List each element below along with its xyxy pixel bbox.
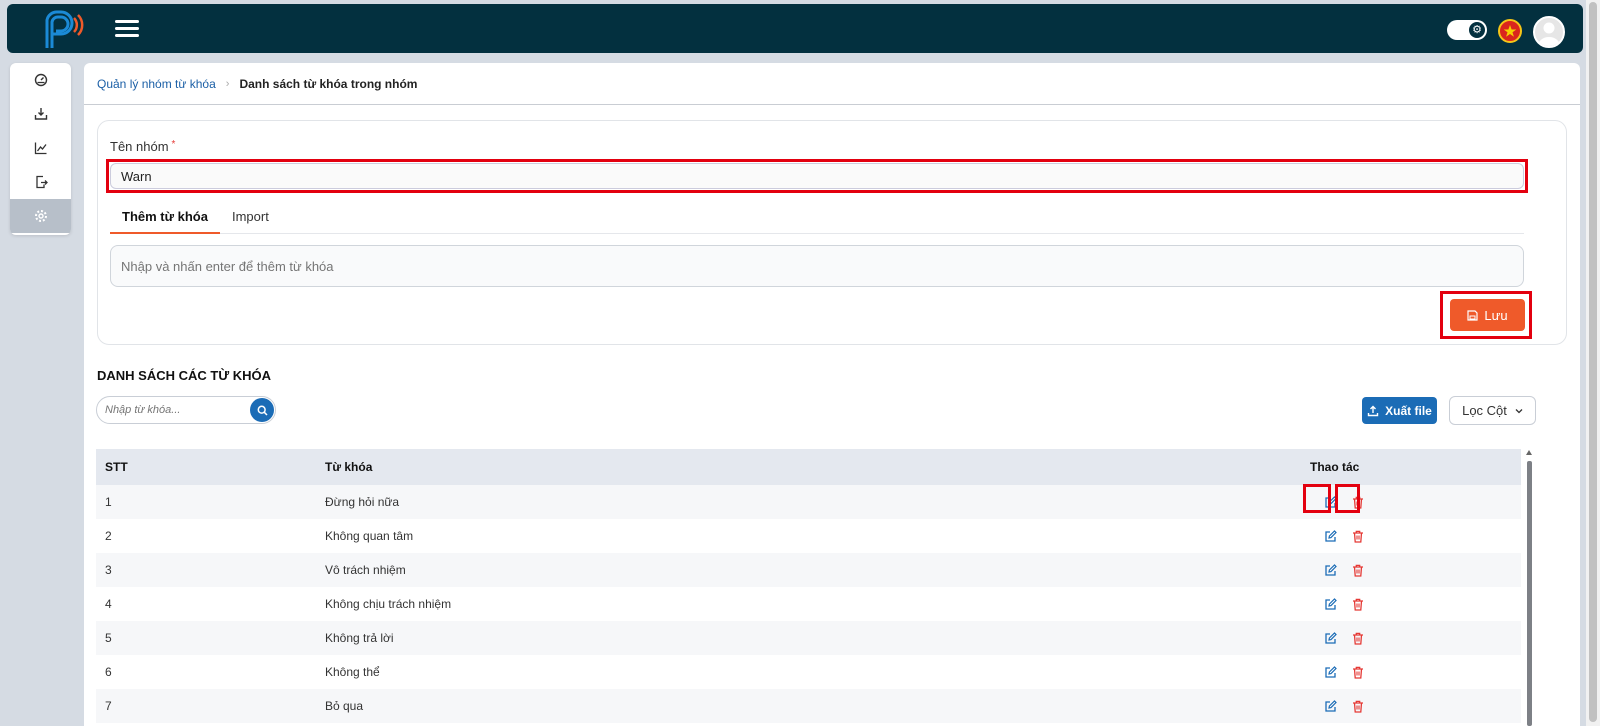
row-keyword: Không quan tâm	[325, 529, 414, 543]
edit-icon[interactable]	[1321, 663, 1339, 681]
breadcrumb: Quản lý nhóm từ khóa › Danh sách từ khóa…	[97, 77, 417, 91]
dashboard-gauge-icon	[34, 73, 47, 87]
table-row: 4 Không chịu trách nhiệm	[96, 587, 1521, 621]
row-actions	[1309, 595, 1521, 613]
save-button-label: Lưu	[1484, 307, 1508, 323]
keyword-search-input[interactable]	[105, 404, 245, 416]
table-scroll-thumb[interactable]	[1527, 461, 1532, 726]
row-actions	[1309, 493, 1521, 511]
keyword-input[interactable]	[110, 245, 1524, 287]
row-keyword: Không chịu trách nhiệm	[325, 597, 452, 611]
column-header-actions: Thao tác	[1310, 460, 1360, 474]
table-scrollbar[interactable]	[1525, 449, 1533, 726]
table-row: 3 Vô trách nhiệm	[96, 553, 1521, 587]
delete-icon[interactable]	[1349, 663, 1367, 681]
chevron-down-icon	[1515, 408, 1523, 413]
group-name-label: Tên nhóm *	[110, 139, 175, 154]
theme-toggle[interactable]: ⚙	[1447, 20, 1487, 40]
header-divider	[84, 104, 1580, 105]
edit-icon[interactable]	[1321, 493, 1339, 511]
upload-icon	[1367, 405, 1379, 416]
row-actions	[1309, 663, 1521, 681]
delete-icon[interactable]	[1349, 595, 1367, 613]
user-avatar-icon[interactable]	[1533, 16, 1565, 48]
save-button[interactable]: Lưu	[1450, 299, 1525, 331]
column-header-keyword: Từ khóa	[325, 460, 373, 474]
group-name-input[interactable]	[110, 163, 1524, 189]
table-row: 7 Bỏ qua	[96, 689, 1521, 723]
download-tray-icon	[34, 108, 47, 120]
row-keyword: Vô trách nhiệm	[325, 563, 406, 577]
brand-logo-icon[interactable]	[41, 10, 87, 50]
delete-icon[interactable]	[1349, 527, 1367, 545]
table-row: 5 Không trả lời	[96, 621, 1521, 655]
page-scroll-thumb[interactable]	[1589, 2, 1597, 722]
edit-icon[interactable]	[1321, 595, 1339, 613]
page-scrollbar[interactable]	[1586, 0, 1600, 726]
edit-icon[interactable]	[1321, 561, 1339, 579]
keyword-tabs: Thêm từ khóa Import	[110, 205, 1524, 234]
row-stt: 7	[105, 699, 112, 713]
column-header-stt: STT	[105, 460, 128, 474]
delete-icon[interactable]	[1349, 629, 1367, 647]
required-mark: *	[171, 139, 176, 150]
save-icon	[1467, 309, 1479, 321]
export-file-label: Xuất file	[1385, 403, 1432, 418]
row-actions	[1309, 561, 1521, 579]
line-chart-icon	[34, 142, 47, 155]
row-stt: 1	[105, 495, 112, 509]
scroll-up-arrow-icon[interactable]	[1526, 450, 1532, 455]
search-icon[interactable]	[250, 398, 274, 422]
column-filter-dropdown[interactable]: Lọc Cột	[1449, 396, 1536, 425]
vietnam-flag-icon[interactable]	[1498, 19, 1522, 43]
keyword-table: STT Từ khóa Thao tác 1 Đừng hỏi nữa 2 Không…	[96, 449, 1521, 723]
edit-icon[interactable]	[1321, 527, 1339, 545]
main-content: Quản lý nhóm từ khóa › Danh sách từ khóa…	[84, 63, 1580, 726]
settings-gear-icon	[34, 210, 47, 222]
row-actions	[1309, 629, 1521, 647]
file-export-icon	[35, 175, 48, 189]
row-actions	[1309, 697, 1521, 715]
delete-icon[interactable]	[1349, 697, 1367, 715]
sidebar-item-dashboard[interactable]	[10, 63, 71, 97]
tab-add-keyword[interactable]: Thêm từ khóa	[110, 205, 220, 234]
row-stt: 5	[105, 631, 112, 645]
row-stt: 3	[105, 563, 112, 577]
sidebar-item-settings[interactable]	[10, 199, 71, 233]
delete-icon[interactable]	[1349, 561, 1367, 579]
export-file-button[interactable]: Xuất file	[1362, 397, 1437, 424]
table-row: 2 Không quan tâm	[96, 519, 1521, 553]
row-keyword: Không trả lời	[325, 631, 394, 645]
breadcrumb-parent-link[interactable]: Quản lý nhóm từ khóa	[97, 77, 216, 91]
table-body: 1 Đừng hỏi nữa 2 Không quan tâm 3 Vô trách nh…	[96, 485, 1521, 723]
delete-icon[interactable]	[1349, 493, 1367, 511]
keyword-group-form: Tên nhóm* Thêm từ khóa Import Lưu	[97, 120, 1567, 345]
breadcrumb-current: Danh sách từ khóa trong nhóm	[239, 77, 418, 91]
row-keyword: Đừng hỏi nữa	[325, 495, 400, 509]
row-keyword: Không thể	[325, 665, 380, 679]
chevron-right-icon: ›	[225, 78, 230, 90]
hamburger-menu-icon[interactable]	[115, 20, 139, 38]
sidebar	[10, 63, 71, 235]
edit-icon[interactable]	[1321, 629, 1339, 647]
table-row: 1 Đừng hỏi nữa	[96, 485, 1521, 519]
edit-icon[interactable]	[1321, 697, 1339, 715]
row-stt: 4	[105, 597, 112, 611]
tab-import[interactable]: Import	[220, 205, 281, 234]
row-actions	[1309, 527, 1521, 545]
row-keyword: Bỏ qua	[325, 699, 364, 713]
table-row: 6 Không thể	[96, 655, 1521, 689]
row-stt: 6	[105, 665, 112, 679]
sidebar-item-analytics[interactable]	[10, 131, 71, 165]
row-stt: 2	[105, 529, 112, 543]
sidebar-item-download[interactable]	[10, 97, 71, 131]
group-name-label-text: Tên nhóm	[110, 139, 169, 154]
column-filter-label: Lọc Cột	[1462, 403, 1507, 418]
keyword-search-box	[96, 396, 276, 424]
sidebar-item-export[interactable]	[10, 165, 71, 199]
top-bar: ⚙	[7, 4, 1583, 53]
gear-icon: ⚙	[1469, 22, 1485, 38]
table-header: STT Từ khóa Thao tác	[96, 449, 1521, 485]
keyword-list-title: DANH SÁCH CÁC TỪ KHÓA	[97, 368, 272, 383]
